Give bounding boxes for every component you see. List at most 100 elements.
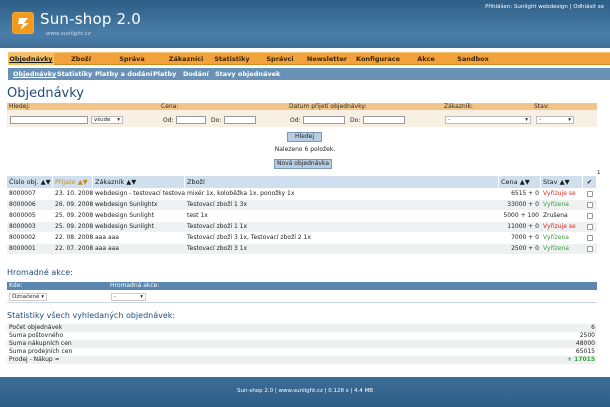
main-nav-config[interactable]: Konfigurace (356, 53, 400, 65)
app-title: Sun-shop 2.0 (40, 10, 141, 28)
sort-icon[interactable]: ▲▼ (78, 178, 88, 186)
table-row[interactable]: 8000007 23. 10. 2008 webdesign - testovací… (7, 189, 597, 199)
cell-id[interactable]: 8000001 (9, 244, 53, 254)
price-to-input[interactable] (224, 116, 256, 124)
cell-status: Vyřízena (543, 245, 569, 252)
search-input[interactable] (10, 116, 88, 124)
table-row[interactable]: 8000001 22. 07. 2008 aaa aaa Testovací zbož… (7, 244, 597, 254)
row-checkbox[interactable] (587, 202, 593, 208)
search-where-select[interactable]: všude (91, 116, 123, 124)
date-from-input[interactable] (303, 116, 345, 124)
stats-label: Suma nákupních cen (9, 340, 72, 347)
customer-select[interactable]: - (445, 116, 531, 124)
cell-price: 2500 + 0 (511, 245, 539, 252)
bulk-where-select[interactable]: Označené (9, 293, 47, 301)
stats-value: 2500 (579, 332, 595, 339)
stats-title: Statistiky všech vyhledaných objednávek: (7, 311, 176, 320)
stats-row: Počet objednávek 6 (7, 324, 597, 332)
table-row[interactable]: 8000003 25. 09. 2008 webdesign Sunlight Tes… (7, 222, 597, 232)
col-header-date[interactable]: Přijato ▲▼ (53, 176, 93, 188)
status-select[interactable]: - (536, 116, 574, 124)
page-number[interactable]: 1 (597, 170, 601, 176)
bulk-action-select[interactable]: - (111, 293, 146, 301)
bulk-actions: Kde: Hromadná akce: Označené - (7, 282, 597, 306)
cell-id[interactable]: 8000006 (9, 200, 53, 210)
sub-nav-orders[interactable]: Objednávky (13, 68, 56, 80)
sub-nav-delivery[interactable]: Dodání (183, 68, 209, 80)
table-row[interactable]: 8000002 22. 08. 2008 aaa aaa Testovací zbož… (7, 233, 597, 243)
main-nav-actions[interactable]: Akce (414, 53, 438, 65)
stats-label: Suma poštovného (9, 332, 64, 339)
cell-goods: test 1x (187, 212, 208, 219)
bulk-header: Kde: Hromadná akce: (7, 282, 597, 290)
main-nav-goods[interactable]: Zboží (66, 53, 96, 65)
main-nav-orders[interactable]: Objednávky (8, 53, 54, 65)
col-header-id[interactable]: Číslo obj. ▲▼ (7, 176, 53, 188)
user-bar: Přihlášen: Sunlight webdesign | Odhlásit… (485, 4, 604, 10)
sort-icon[interactable]: ▲▼ (41, 178, 51, 186)
row-checkbox[interactable] (587, 235, 593, 241)
col-header-price-label: Cena (501, 178, 518, 186)
cell-date: 26. 09. 2008 (55, 201, 93, 208)
sort-icon[interactable]: ▲▼ (560, 178, 570, 186)
main-nav-statistics[interactable]: Statistiky (213, 53, 251, 65)
col-header-status-label: Stav (543, 178, 558, 186)
table-row[interactable]: 8000006 26. 09. 2008 webdesign Sunlightx Te… (7, 200, 597, 210)
cell-id[interactable]: 8000002 (9, 233, 53, 243)
sort-icon[interactable]: ▲▼ (126, 178, 136, 186)
stats-row: Prodej - Nákup = + 17015 (7, 356, 597, 364)
cell-date: 23. 10. 2008 (55, 190, 93, 197)
cell-status: Vyřizuje se (543, 223, 576, 230)
cell-date: 22. 07. 2008 (55, 245, 93, 252)
row-checkbox[interactable] (587, 246, 593, 252)
stats-value: 6 (591, 324, 595, 331)
stats-value: 48000 (575, 340, 595, 347)
cell-status: Vyřízena (543, 201, 569, 208)
cell-customer: webdesign Sunlight (95, 212, 154, 219)
sub-nav-order-states[interactable]: Stavy objednávek (215, 68, 280, 80)
footer: Sun-shop 2.0 | www.sunlight.cz | 0.128 s… (0, 377, 610, 407)
price-label: Cena: (161, 103, 179, 110)
price-from-label: Od: (163, 117, 174, 124)
sort-icon[interactable]: ▲▼ (520, 178, 530, 186)
col-header-price[interactable]: Cena ▲▼ (499, 176, 541, 188)
search-label: Hledej: (9, 103, 31, 110)
search-button[interactable]: Hledej (287, 132, 322, 142)
select-all-checkbox[interactable]: ✔ (583, 176, 597, 188)
main-nav-admins[interactable]: Správci (265, 53, 295, 65)
table-row[interactable]: 8000005 25. 09. 2008 webdesign Sunlight tes… (7, 211, 597, 221)
row-checkbox[interactable] (587, 213, 593, 219)
cell-price: 11000 + 0 (507, 223, 539, 230)
found-count: Nalezeno 6 položek. (274, 146, 336, 153)
main-nav-newsletter[interactable]: Newsletter (306, 53, 348, 65)
main-nav-content[interactable]: Správa obsahu (106, 53, 158, 75)
col-header-id-label: Číslo obj. (9, 178, 39, 186)
date-label: Datum přijetí objednávky: (289, 103, 367, 110)
row-checkbox[interactable] (587, 191, 593, 197)
cell-id[interactable]: 8000005 (9, 211, 53, 221)
price-from-input[interactable] (176, 116, 206, 124)
header: Sun-shop 2.0 www.sunlight.cz Přihlášen: … (0, 0, 610, 48)
row-checkbox[interactable] (587, 224, 593, 230)
col-header-customer[interactable]: Zákazník ▲▼ (93, 176, 185, 188)
cell-customer: webdesign Sunlightx (95, 201, 158, 208)
col-header-goods: Zboží (185, 176, 499, 188)
bulk-where-label: Kde: (9, 282, 23, 289)
col-header-date-label: Přijato (55, 178, 76, 186)
main-nav-sandbox[interactable]: Sandbox (455, 53, 491, 65)
cell-status: Vyřízena (543, 234, 569, 241)
col-header-status[interactable]: Stav ▲▼ (541, 176, 583, 188)
price-to-label: Do: (211, 117, 222, 124)
date-to-input[interactable] (363, 116, 405, 124)
sub-nav-statistics[interactable]: Statistiky (57, 68, 92, 80)
sub-nav-payment-delivery[interactable]: Platby a dodání (95, 68, 152, 80)
new-order-button[interactable]: Nová objednávka (274, 159, 332, 169)
cell-date: 25. 09. 2008 (55, 212, 93, 219)
cell-id[interactable]: 8000007 (9, 189, 53, 199)
stats-row: Suma nákupních cen 48000 (7, 340, 597, 348)
cell-id[interactable]: 8000003 (9, 222, 53, 232)
sub-nav: Objednávky Statistiky Platby a dodání Pl… (8, 68, 610, 80)
sub-nav-payments[interactable]: Platby (153, 68, 176, 80)
logout-link[interactable]: Odhlásit se (573, 4, 604, 10)
main-nav-customers[interactable]: Zákazníci (166, 53, 206, 65)
